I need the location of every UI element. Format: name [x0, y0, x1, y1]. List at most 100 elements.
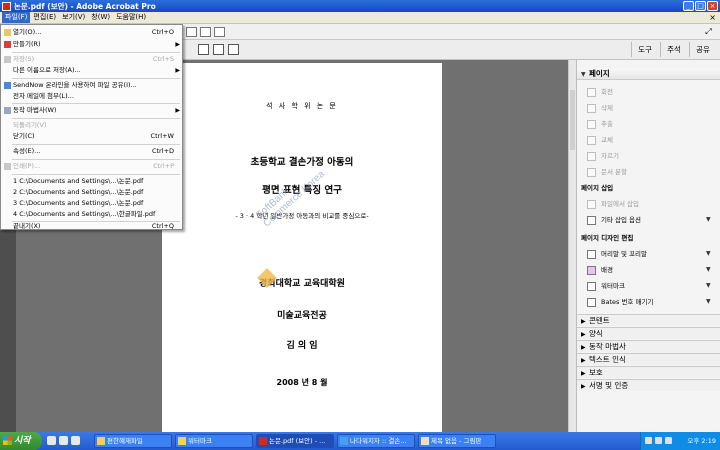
- menu-item-save-as[interactable]: 다른 이름으로 저장(A)... ▶: [2, 65, 182, 76]
- menu-view[interactable]: 보기(V): [59, 12, 88, 23]
- background[interactable]: 배경 ▼: [587, 264, 717, 276]
- menu-item-action-wizard[interactable]: 동작 마법사(W) ▶: [2, 105, 182, 116]
- section-content[interactable]: ▶ 콘텐트: [577, 314, 720, 326]
- insert-subheader: 페이지 삽입: [581, 184, 614, 192]
- sign-icon[interactable]: [214, 27, 225, 37]
- insert-from-file[interactable]: 파일에서 삽입: [587, 198, 639, 210]
- tools-panel: ▼ 페이지 회전 삭제 추출 교체 자르기 문서 분할 페이지 삽입 파일에서 삽…: [576, 60, 720, 432]
- header-footer[interactable]: 머리말 및 꼬리말 ▼: [587, 248, 717, 260]
- window-title: 논문.pdf (보안) - Adobe Acrobat Pro: [14, 1, 156, 11]
- major: 미술교육전공: [277, 311, 327, 321]
- acrobat-app-icon[interactable]: [2, 1, 11, 11]
- menu-item-recent-4[interactable]: 4 C:\Documents and Settings\...\한글파일.pdf: [2, 209, 182, 220]
- expand-icon[interactable]: ⤢: [703, 27, 714, 37]
- media-icon[interactable]: [71, 436, 80, 445]
- menu-item-email[interactable]: 전자 메일에 첨부(L)...: [2, 91, 182, 102]
- desktop-icon[interactable]: [59, 436, 68, 445]
- file-menu-dropdown: 열기(O)... Ctrl+O 만들기(R) ▶ 저장(S) Ctrl+S 다른 이름…: [0, 24, 183, 230]
- tab-tools[interactable]: 도구: [631, 42, 658, 57]
- tool-delete[interactable]: 삭제: [587, 102, 613, 114]
- crop-icon: [587, 151, 596, 161]
- subtitle: - 3 · 4 학년 일반가정 아동과의 비교를 중심으로-: [235, 212, 369, 220]
- task-acrobat[interactable]: 논문.pdf (보안) - ...: [256, 434, 334, 448]
- section-forms[interactable]: ▶ 양식: [577, 327, 720, 339]
- menu-item-exit[interactable]: 끝내기(X) Ctrl+Q: [2, 221, 182, 232]
- title-bar: 논문.pdf (보안) - Adobe Acrobat Pro _ □ ×: [0, 0, 720, 12]
- menu-window[interactable]: 창(W): [88, 12, 113, 23]
- tool-replace[interactable]: 교체: [587, 134, 613, 146]
- replace-icon: [587, 135, 596, 145]
- pages-section-header[interactable]: ▼ 페이지: [577, 68, 720, 80]
- windows-logo-icon: [3, 436, 12, 445]
- minimize-button[interactable]: _: [683, 1, 694, 11]
- view-tools: [198, 44, 239, 55]
- menu-item-sendnow[interactable]: SendNow 온라인을 사용하여 파일 공유(I)...: [2, 80, 182, 91]
- clock[interactable]: 오후 2:19: [687, 432, 716, 450]
- menu-item-save[interactable]: 저장(S) Ctrl+S: [2, 54, 182, 65]
- menu-bar: 파일(F) 편집(E) 보기(V) 창(W) 도움말(H) ×: [0, 12, 720, 24]
- start-button[interactable]: 시작: [0, 432, 42, 450]
- action-wizard-icon: [4, 107, 11, 114]
- menu-item-open[interactable]: 열기(O)... Ctrl+O: [2, 27, 182, 38]
- watermark-tool[interactable]: 워터마크 ▼: [587, 280, 717, 292]
- fit-page-icon[interactable]: [213, 44, 224, 55]
- menu-item-recent-3[interactable]: 3 C:\Documents and Settings\...\논문.pdf: [2, 198, 182, 209]
- ie-icon[interactable]: [47, 436, 56, 445]
- network-icon[interactable]: [645, 437, 652, 444]
- dropdown-arrow-icon: ▼: [706, 250, 711, 257]
- taskbar: 시작 편한혜재파일 워터마크 논문.pdf (보안) - ... 나다워지자 :…: [0, 432, 720, 450]
- tab-comment[interactable]: 주석: [660, 42, 687, 57]
- insert-more-options[interactable]: 기타 삽입 옵션 ▼: [587, 214, 717, 226]
- maximize-button[interactable]: □: [695, 1, 706, 11]
- acrobat-icon: [259, 437, 267, 445]
- document-close-icon[interactable]: ×: [709, 12, 716, 24]
- design-subheader: 페이지 디자인 편집: [581, 234, 634, 242]
- menu-item-recent-1[interactable]: 1 C:\Documents and Settings\...\논문.pdf: [2, 176, 182, 187]
- menu-item-properties[interactable]: 속성(E)... Ctrl+D: [2, 146, 182, 157]
- comment-icon[interactable]: [186, 27, 197, 37]
- tool-crop[interactable]: 자르기: [587, 150, 619, 162]
- paint-icon: [421, 437, 429, 445]
- vertical-scrollbar[interactable]: [568, 60, 576, 432]
- security-icon[interactable]: [665, 437, 672, 444]
- close-button[interactable]: ×: [707, 1, 718, 11]
- tool-extract[interactable]: 추출: [587, 118, 613, 130]
- menu-file[interactable]: 파일(F): [2, 12, 31, 23]
- menu-separator: [12, 174, 180, 175]
- section-protection[interactable]: ▶ 보호: [577, 366, 720, 378]
- menu-item-recent-2[interactable]: 2 C:\Documents and Settings\...\논문.pdf: [2, 187, 182, 198]
- section-action-wizard[interactable]: ▶ 동작 마법사: [577, 340, 720, 352]
- save-icon: [4, 56, 11, 63]
- menu-item-create[interactable]: 만들기(R) ▶: [2, 39, 182, 50]
- task-watermark[interactable]: 워터마크: [175, 434, 253, 448]
- tray-icons: [645, 437, 672, 444]
- menu-item-revert[interactable]: 되돌리기(V): [2, 120, 182, 131]
- insert-options-icon: [587, 215, 596, 225]
- menu-item-close[interactable]: 닫기(C) Ctrl+W: [2, 131, 182, 142]
- tool-rotate[interactable]: 회전: [587, 86, 613, 98]
- section-text-recognition[interactable]: ▶ 텍스트 인식: [577, 353, 720, 365]
- tool-split[interactable]: 문서 분할: [587, 166, 627, 178]
- fit-width-icon[interactable]: [198, 44, 209, 55]
- extract-icon: [587, 119, 596, 129]
- task-folder[interactable]: 편한혜재파일: [94, 434, 172, 448]
- full-screen-icon[interactable]: [228, 44, 239, 55]
- watermark-icon: [587, 281, 596, 291]
- volume-icon[interactable]: [655, 437, 662, 444]
- menu-separator: [12, 103, 180, 104]
- section-sign-certify[interactable]: ▶ 서명 및 인증: [577, 379, 720, 391]
- scrollbar-thumb[interactable]: [570, 90, 575, 150]
- markup-icon[interactable]: [200, 27, 211, 37]
- bates-numbering[interactable]: Bates 번호 매기기 ▼: [587, 296, 717, 308]
- submenu-arrow-icon: ▶: [175, 67, 180, 74]
- tab-share[interactable]: 공유: [689, 42, 716, 57]
- window-controls: _ □ ×: [683, 1, 718, 11]
- author: 김 의 임: [286, 341, 318, 351]
- menu-separator: [12, 118, 180, 119]
- menu-help[interactable]: 도움말(H): [113, 12, 149, 23]
- menu-edit[interactable]: 편집(E): [30, 12, 59, 23]
- task-paint[interactable]: 제목 없음 - 그림판: [418, 434, 496, 448]
- task-browser[interactable]: 나다워지자 :: 결손...: [337, 434, 415, 448]
- folder-icon: [97, 437, 105, 445]
- menu-item-print[interactable]: 인쇄(P)... Ctrl+P: [2, 161, 182, 172]
